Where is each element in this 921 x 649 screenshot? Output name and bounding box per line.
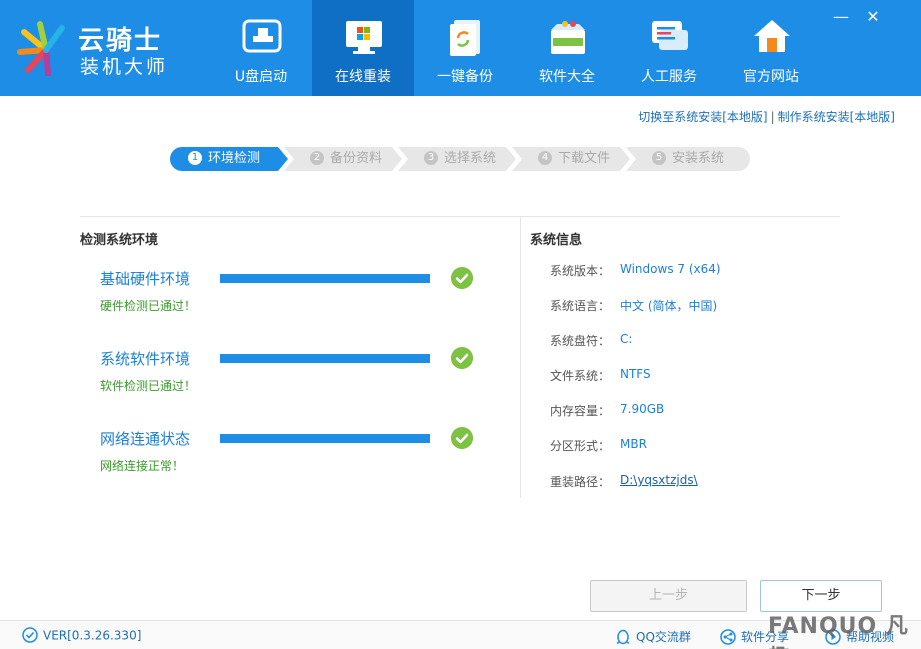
step-progress: 1 环境检测 2 备份资料 3 选择系统 4 下载文件 5 安装系统 <box>170 147 760 171</box>
nav-service[interactable]: 人工服务 <box>618 0 720 96</box>
sysinfo-label: 文件系统： <box>550 369 611 383</box>
nav-label: 官方网站 <box>743 69 799 85</box>
content-divider-vertical <box>520 216 521 498</box>
step-backup: 2 备份资料 <box>284 147 402 171</box>
main-nav: U盘启动 在线重装 一键备份 软件大全 人工服务 官方网站 <box>210 0 822 96</box>
step-number: 4 <box>538 150 552 165</box>
nav-software[interactable]: 软件大全 <box>516 0 618 96</box>
install-mode-links: 切换至系统安装[本地版] | 制作系统安装[本地版] <box>638 108 895 125</box>
step-number: 3 <box>424 150 438 165</box>
sysinfo-label: 分区形式： <box>550 439 611 453</box>
monitor-windows-icon <box>346 21 382 54</box>
step-number: 2 <box>310 150 324 165</box>
qq-icon <box>616 629 630 644</box>
sysinfo-value-language: 中文 (简体，中国) <box>620 299 718 313</box>
usb-drive-icon <box>242 19 282 53</box>
step-download: 4 下载文件 <box>512 147 630 171</box>
hardware-check-status: 硬件检测已通过！ <box>100 299 197 313</box>
step-install: 5 安装系统 <box>626 147 750 171</box>
check-ok-icon <box>451 427 473 449</box>
step-select-system: 3 选择系统 <box>398 147 516 171</box>
qq-group-label: QQ交流群 <box>636 630 691 644</box>
check-section-title: 检测系统环境 <box>80 233 159 248</box>
software-check-status: 软件检测已通过！ <box>100 379 197 393</box>
nav-label: 一键备份 <box>437 69 493 85</box>
software-box-icon <box>551 21 585 54</box>
nav-online-reinstall[interactable]: 在线重装 <box>312 0 414 96</box>
qq-group-link[interactable]: QQ交流群 <box>615 628 691 646</box>
site-watermark: FANQUO 凡趣 <box>768 614 909 649</box>
logo-burst-icon <box>17 21 65 76</box>
app-logo: 云骑士 装机大师 <box>16 16 186 80</box>
content-divider-horizontal <box>80 216 840 217</box>
sysinfo-value-drive: C: <box>620 332 633 346</box>
sysinfo-value-partition: MBR <box>620 437 647 451</box>
prev-step-button[interactable]: 上一步 <box>590 580 747 612</box>
sysinfo-value-version: Windows 7 (x64) <box>620 262 721 276</box>
step-env-check: 1 环境检测 <box>170 147 288 171</box>
nav-label: U盘启动 <box>234 69 288 85</box>
network-check-title: 网络连通状态 <box>100 430 191 448</box>
version-check-icon <box>22 627 38 643</box>
nav-label: 人工服务 <box>641 69 697 85</box>
reinstall-path-link[interactable]: D:\yqsxtzjds\ <box>620 473 698 487</box>
backup-document-icon <box>450 20 480 56</box>
network-check-status: 网络连接正常！ <box>100 459 185 473</box>
nav-usb-boot[interactable]: U盘启动 <box>210 0 312 96</box>
nav-label: 在线重装 <box>335 69 391 85</box>
close-button[interactable]: ✕ <box>864 8 882 26</box>
home-icon <box>754 20 790 52</box>
check-ok-icon <box>451 267 473 289</box>
software-check-title: 系统软件环境 <box>100 350 191 368</box>
step-label: 下载文件 <box>558 151 611 166</box>
hardware-check-title: 基础硬件环境 <box>100 270 191 288</box>
sysinfo-label: 重装路径： <box>550 475 611 489</box>
sysinfo-section-title: 系统信息 <box>530 233 583 248</box>
step-label: 备份资料 <box>330 151 383 166</box>
step-label: 安装系统 <box>672 151 725 166</box>
sysinfo-label: 系统版本： <box>550 264 611 278</box>
nav-website[interactable]: 官方网站 <box>720 0 822 96</box>
step-number: 5 <box>652 150 666 165</box>
nav-label: 软件大全 <box>539 69 595 85</box>
network-progress-bar <box>220 434 430 443</box>
hardware-progress-bar <box>220 274 430 283</box>
check-ok-icon <box>451 347 473 369</box>
link-separator: | <box>770 110 775 124</box>
sysinfo-value-memory: 7.90GB <box>620 402 665 416</box>
sysinfo-value-filesystem: NTFS <box>620 367 651 381</box>
nav-backup[interactable]: 一键备份 <box>414 0 516 96</box>
step-number: 1 <box>188 150 202 165</box>
title-bar: 云骑士 装机大师 U盘启动 在线重装 一键备份 软件大全 人工服务 官方网站 —… <box>0 0 921 96</box>
sysinfo-label: 系统语言： <box>550 299 611 313</box>
share-icon <box>720 628 736 645</box>
switch-install-link[interactable]: 切换至系统安装[本地版] <box>638 110 767 124</box>
software-progress-bar <box>220 354 430 363</box>
version-label: VER[0.3.26.330] <box>43 628 142 643</box>
version-info: VER[0.3.26.330] <box>22 627 142 644</box>
sysinfo-label: 系统盘符： <box>550 334 611 348</box>
make-install-link[interactable]: 制作系统安装[本地版] <box>778 110 895 124</box>
step-label: 选择系统 <box>444 151 497 166</box>
chat-service-icon <box>652 21 688 50</box>
step-label: 环境检测 <box>208 151 261 166</box>
sysinfo-label: 内存容量： <box>550 404 611 418</box>
logo-subtitle: 装机大师 <box>80 56 169 78</box>
minimize-button[interactable]: — <box>832 8 850 26</box>
